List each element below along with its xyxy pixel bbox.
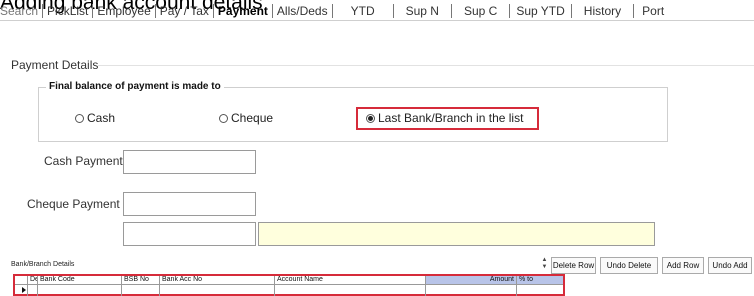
payment-details-label: Payment Details <box>11 58 99 72</box>
tab-picklist[interactable]: PickList <box>43 4 94 18</box>
final-balance-group <box>38 87 668 142</box>
col-percent: % to <box>517 276 563 284</box>
row-indicator <box>15 285 28 296</box>
tab-sup-ytd[interactable]: Sup YTD <box>510 4 572 18</box>
tab-ytd[interactable]: YTD <box>333 4 394 18</box>
cell-bank-code[interactable] <box>38 285 122 296</box>
cheque-payment-label: Cheque Payment <box>27 197 120 211</box>
tab-payment[interactable]: Payment <box>214 4 273 18</box>
radio-selected-icon <box>366 113 375 123</box>
radio-cash[interactable]: Cash <box>75 111 115 125</box>
tab-port[interactable]: Port <box>634 4 672 18</box>
bank-branch-grid: Del Bank Code BSB No Bank Acc No Account… <box>13 274 565 296</box>
add-row-button[interactable]: Add Row <box>662 257 704 274</box>
tab-pay-tax[interactable]: Pay / Tax <box>156 4 214 18</box>
tab-history[interactable]: History <box>572 4 635 18</box>
grid-corner <box>15 276 28 284</box>
cheque-payment-field[interactable] <box>123 192 256 216</box>
radio-circle-icon <box>75 113 84 123</box>
col-amount: Amount <box>426 276 517 284</box>
undo-delete-button[interactable]: Undo Delete <box>600 257 658 274</box>
tab-sup-n[interactable]: Sup N <box>394 4 452 18</box>
undo-add-button[interactable]: Undo Add <box>708 257 752 274</box>
cell-bsb-no[interactable] <box>122 285 160 296</box>
delete-row-button[interactable]: Delete Row <box>551 257 596 274</box>
tab-search[interactable]: Search <box>0 4 44 18</box>
radio-circle-icon <box>219 113 228 123</box>
grid-header: Del Bank Code BSB No Bank Acc No Account… <box>15 276 563 285</box>
col-bsb-no: BSB No <box>122 276 160 284</box>
tab-employee[interactable]: Employee <box>93 4 156 18</box>
radio-last-bank-label: Last Bank/Branch in the list <box>378 111 524 125</box>
cell-bank-acc-no[interactable] <box>160 285 275 296</box>
cell-amount[interactable] <box>426 285 517 296</box>
row-pointer-icon <box>22 287 26 293</box>
spin-updown-icon[interactable]: ▲ ▼ <box>541 257 548 271</box>
cheque-extra-field[interactable] <box>123 222 256 246</box>
cell-percent[interactable] <box>517 285 563 296</box>
cash-payment-field[interactable] <box>123 150 256 174</box>
table-row[interactable] <box>15 285 563 296</box>
radio-cheque-label: Cheque <box>231 111 274 125</box>
col-bank-code: Bank Code <box>38 276 122 284</box>
radio-cheque[interactable]: Cheque <box>219 111 273 125</box>
final-balance-title: Final balance of payment is made to <box>46 81 224 92</box>
section-divider <box>98 65 754 66</box>
cash-payment-label: Cash Payment <box>44 154 123 168</box>
tab-sup-c[interactable]: Sup C <box>452 4 511 18</box>
col-bank-acc-no: Bank Acc No <box>160 276 275 284</box>
tab-alls-deds[interactable]: Alls/Deds <box>273 4 333 18</box>
cell-account-name[interactable] <box>275 285 426 296</box>
col-del: Del <box>28 276 38 284</box>
cheque-note-field[interactable] <box>258 222 655 246</box>
tab-bar: Search PickList Employee Pay / Tax Payment Al… <box>0 4 754 20</box>
cell-del[interactable] <box>28 285 38 296</box>
bank-branch-label: Bank/Branch Details <box>11 261 75 268</box>
col-account-name: Account Name <box>275 276 426 284</box>
radio-cash-label: Cash <box>87 111 116 125</box>
tab-divider <box>0 20 754 21</box>
radio-last-bank[interactable]: Last Bank/Branch in the list <box>366 111 523 125</box>
